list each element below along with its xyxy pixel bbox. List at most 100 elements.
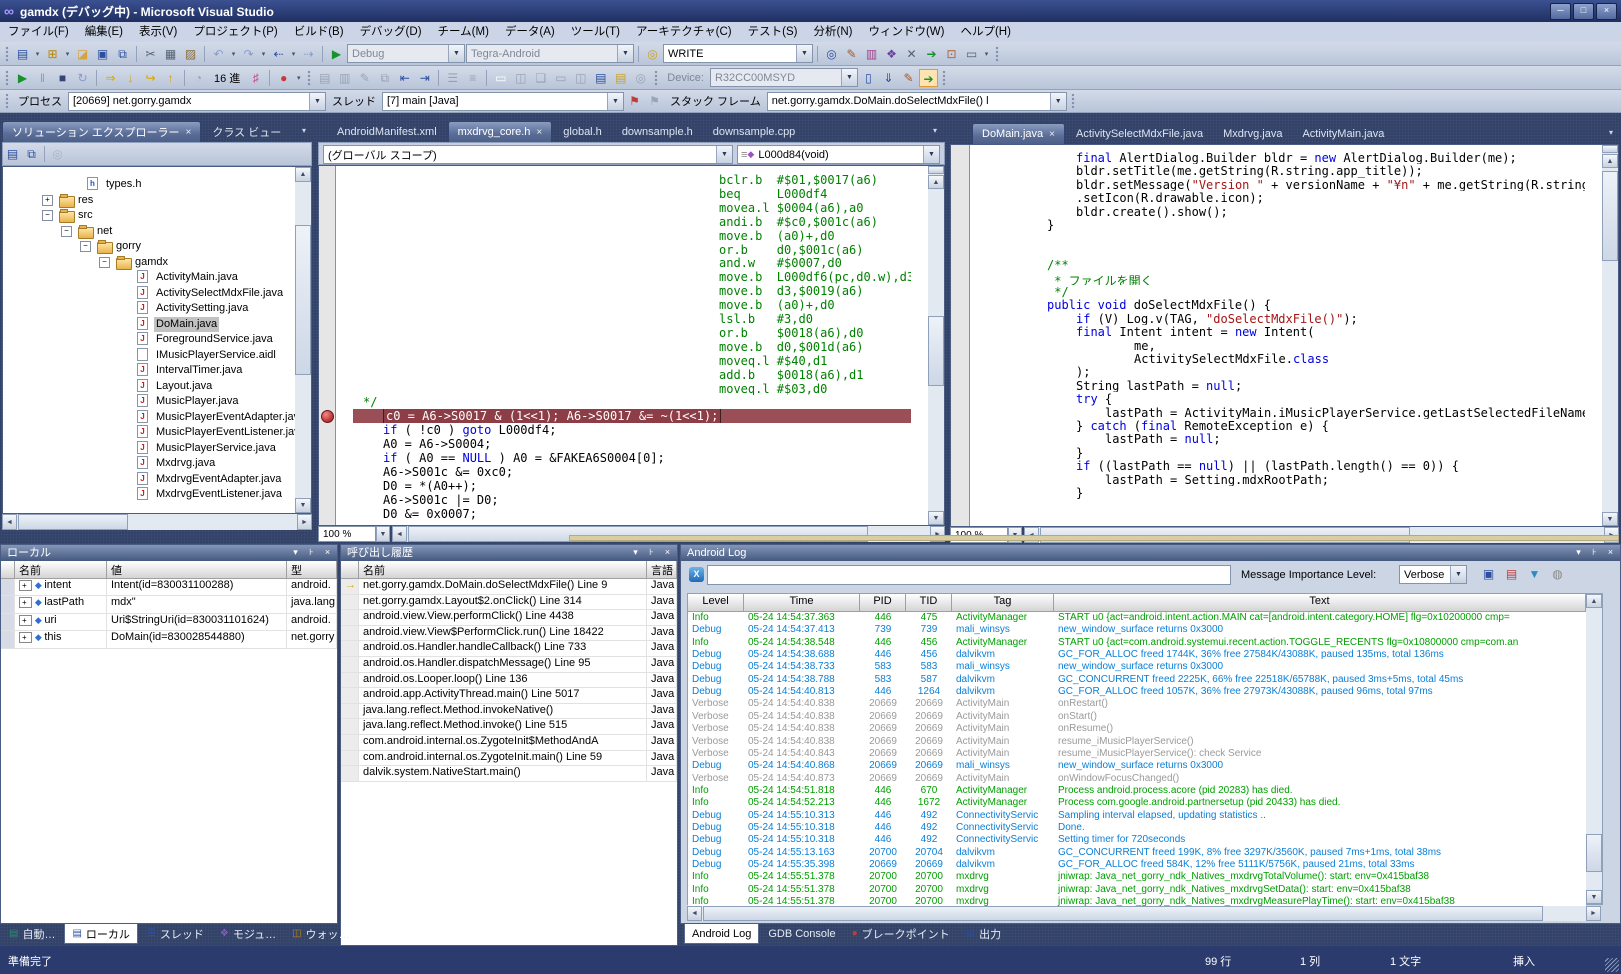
log-row-19[interactable]: Debug05-24 14:55:13.1632070020704dalvikv… [688,847,1586,859]
editor-vscrollbar[interactable]: ▲ ▼ [928,166,944,525]
expand-icon[interactable]: + [19,597,32,608]
tree-item-MxdrvgEventListener.java[interactable]: JMxdrvgEventListener.java [3,487,311,502]
close-button[interactable]: × [1596,3,1617,20]
uncomment-icon[interactable]: ▥ [335,69,354,87]
tree-item-ActivitySetting.java[interactable]: JActivitySetting.java [3,301,311,316]
properties-icon[interactable]: ✎ [842,45,861,63]
breakpoints-icon-dropdown[interactable]: ▾ [294,74,303,82]
column-header-gutter[interactable] [1,561,15,579]
scroll-thumb[interactable] [295,225,311,375]
log-row-4[interactable]: Debug05-24 14:54:38.733583583mali_winsys… [688,661,1586,673]
dock-tab-自動…[interactable]: ▤自動… [2,924,62,943]
log-row-12[interactable]: Debug05-24 14:54:40.8682066920669mali_wi… [688,760,1586,772]
right-doc-tab-1[interactable]: ActivitySelectMdxFile.java [1067,124,1212,144]
callstack-frame-9[interactable]: java.lang.reflect.Method.invoke() Line 5… [341,719,677,735]
tile-vertical-icon[interactable]: ◫ [571,69,590,87]
log-row-20[interactable]: Debug05-24 14:55:35.3982066920669dalvikv… [688,859,1586,871]
tree-expander-icon[interactable]: − [80,241,91,252]
middle-doc-tab-4[interactable]: downsample.cpp [704,122,805,142]
minimize-button[interactable]: ─ [1550,3,1571,20]
scroll-left-icon[interactable]: ◄ [2,514,17,530]
solution-tree[interactable]: htypes.h+res−src−net−gorry−gamdxJActivit… [2,166,312,514]
pause-icon[interactable]: ‖ [33,69,52,87]
column-header-gutter[interactable] [341,561,359,579]
toolbar-grip[interactable] [942,70,946,86]
increase-indent-icon[interactable]: ⇥ [415,69,434,87]
device-connect-icon[interactable]: ➔ [919,69,938,87]
log-row-10[interactable]: Verbose05-24 14:54:40.8382066920669Activ… [688,736,1586,748]
tab-overflow-icon[interactable]: ▾ [933,126,937,135]
device-download-icon[interactable]: ⇓ [879,69,898,87]
menu-item-0[interactable]: ファイル(F) [0,22,77,42]
callstack-frame-4[interactable]: android.os.Handler.handleCallback() Line… [341,641,677,657]
new-window-icon[interactable]: ⊡ [942,45,961,63]
right-doc-tab-0[interactable]: DoMain.java× [972,123,1065,144]
locals-header[interactable]: ローカル ▾ ⊦ × [1,545,337,561]
scope-combo[interactable]: (グローバル スコープ)▼ [323,145,733,164]
tree-item-src[interactable]: −src [3,208,311,223]
maximize-button[interactable]: □ [1573,3,1594,20]
dock-tab-スレッド[interactable]: ☰スレッド [140,924,211,943]
find-symbol-icon[interactable]: ◎ [48,145,67,163]
code-area[interactable]: final AlertDialog.Builder bldr = new Ale… [951,145,1602,526]
column-header-TID[interactable]: TID [906,594,952,612]
save-all-icon[interactable]: ⧉ [113,45,132,63]
scroll-thumb[interactable] [703,906,1543,921]
callstack-frame-12[interactable]: dalvik.system.NativeStart.main()Java [341,766,677,782]
process-combo[interactable]: [20669] net.gorry.gamdx▼ [68,92,326,111]
log-row-0[interactable]: Info05-24 14:54:37.363446475ActivityMana… [688,612,1586,624]
platform-combo[interactable]: Tegra-Android▼ [466,44,634,63]
locals-row-intent[interactable]: + ◆ intentIntent(id=830031100288)android… [1,579,337,596]
column-header-名前[interactable]: 名前 [359,561,647,579]
scroll-thumb[interactable] [1586,834,1602,872]
menu-item-5[interactable]: デバッグ(D) [352,22,430,42]
tree-item-ActivityMain.java[interactable]: JActivityMain.java [3,270,311,285]
scroll-up-icon[interactable]: ▲ [928,175,944,189]
column-header-名前[interactable]: 名前 [15,561,107,579]
callstack-frame-8[interactable]: java.lang.reflect.Method.invokeNative()J… [341,704,677,720]
toolbar-grip[interactable] [5,93,9,109]
save-log-icon[interactable]: ▣ [1479,565,1498,583]
dock-tab-Android Log[interactable]: Android Log [684,924,759,944]
tree-expander-icon[interactable]: + [42,195,53,206]
show-all-files-icon[interactable]: ⧉ [22,145,41,163]
toolbar-grip[interactable] [995,46,999,62]
log-hscrollbar[interactable]: ◄ ► [687,906,1601,921]
restart-icon[interactable]: ↻ [73,69,92,87]
log-row-5[interactable]: Debug05-24 14:54:38.788583587dalvikvmGC_… [688,674,1586,686]
log-row-11[interactable]: Verbose05-24 14:54:40.8432066920669Activ… [688,748,1586,760]
column-header-型[interactable]: 型 [287,561,337,579]
new-file-icon[interactable]: ▤ [13,45,32,63]
column-header-言語[interactable]: 言語 [647,561,677,579]
extension-manager-icon[interactable]: ❖ [882,45,901,63]
close-tab-icon[interactable]: × [536,127,542,138]
column-header-Tag[interactable]: Tag [952,594,1054,612]
log-row-6[interactable]: Debug05-24 14:54:40.8134461264dalvikvmGC… [688,686,1586,698]
chevron-down-icon[interactable]: ▼ [716,146,732,163]
chevron-down-icon[interactable]: ▼ [841,69,857,86]
expand-icon[interactable]: + [19,632,32,643]
split-window-icon[interactable]: ◫ [511,69,530,87]
clear-search-icon[interactable]: X [689,567,704,582]
menu-item-4[interactable]: ビルド(B) [286,22,352,42]
scroll-left-icon[interactable]: ◄ [687,906,702,921]
copy-code-icon[interactable]: ⧉ [375,69,394,87]
device-edit-icon[interactable]: ✎ [899,69,918,87]
device-info-icon[interactable]: ▯ [859,69,878,87]
menu-item-6[interactable]: チーム(M) [430,22,497,42]
tree-item-MxdrvgEventAdapter.java[interactable]: JMxdrvgEventAdapter.java [3,472,311,487]
undo-icon[interactable]: ↶ [209,45,228,63]
column-header-Level[interactable]: Level [688,594,744,612]
search-combo[interactable]: WRITE▼ [663,44,813,63]
dock-tab-ウォッ…[interactable]: ◫ウォッ… [285,924,356,943]
flag-gray-icon[interactable]: ⚑ [645,92,664,110]
toolbar-grip[interactable] [5,46,9,62]
middle-doc-tab-1[interactable]: mxdrvg_core.h× [448,121,553,142]
continue-icon[interactable]: ▶ [13,69,32,87]
tree-item-gorry[interactable]: −gorry [3,239,311,254]
thread-combo[interactable]: [7] main [Java]▼ [382,92,624,111]
dock-tab-出力[interactable]: ▤出力 [959,924,1008,943]
menu-item-7[interactable]: データ(A) [497,22,563,42]
resize-grip[interactable] [1605,958,1619,972]
bookmark-blue-icon[interactable]: ▤ [591,69,610,87]
